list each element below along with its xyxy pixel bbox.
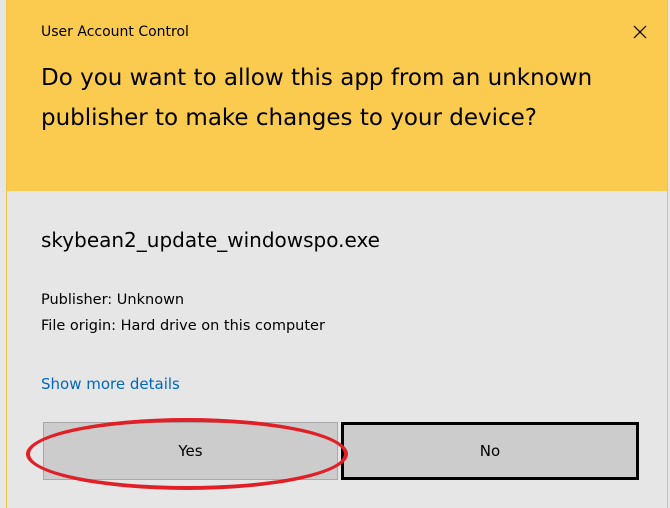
close-icon <box>633 25 647 39</box>
app-name: skybean2_update_windowspo.exe <box>41 228 380 252</box>
publisher-info: Publisher: Unknown <box>41 292 185 308</box>
show-more-details-link[interactable]: Show more details <box>41 373 180 395</box>
dialog-question: Do you want to allow this app from an un… <box>41 65 593 131</box>
close-button[interactable] <box>622 14 658 50</box>
uac-dialog: User Account Control Do you want to allo… <box>0 0 670 508</box>
no-button[interactable]: No <box>341 422 639 480</box>
yes-button[interactable]: Yes <box>43 422 338 480</box>
dialog-right-border <box>667 0 668 508</box>
window-title: User Account Control <box>41 24 189 40</box>
no-button-label: No <box>479 442 501 460</box>
yes-button-label: Yes <box>178 442 203 460</box>
dialog-header: User Account Control Do you want to allo… <box>7 0 667 191</box>
file-origin-info: File origin: Hard drive on this computer <box>41 318 325 334</box>
